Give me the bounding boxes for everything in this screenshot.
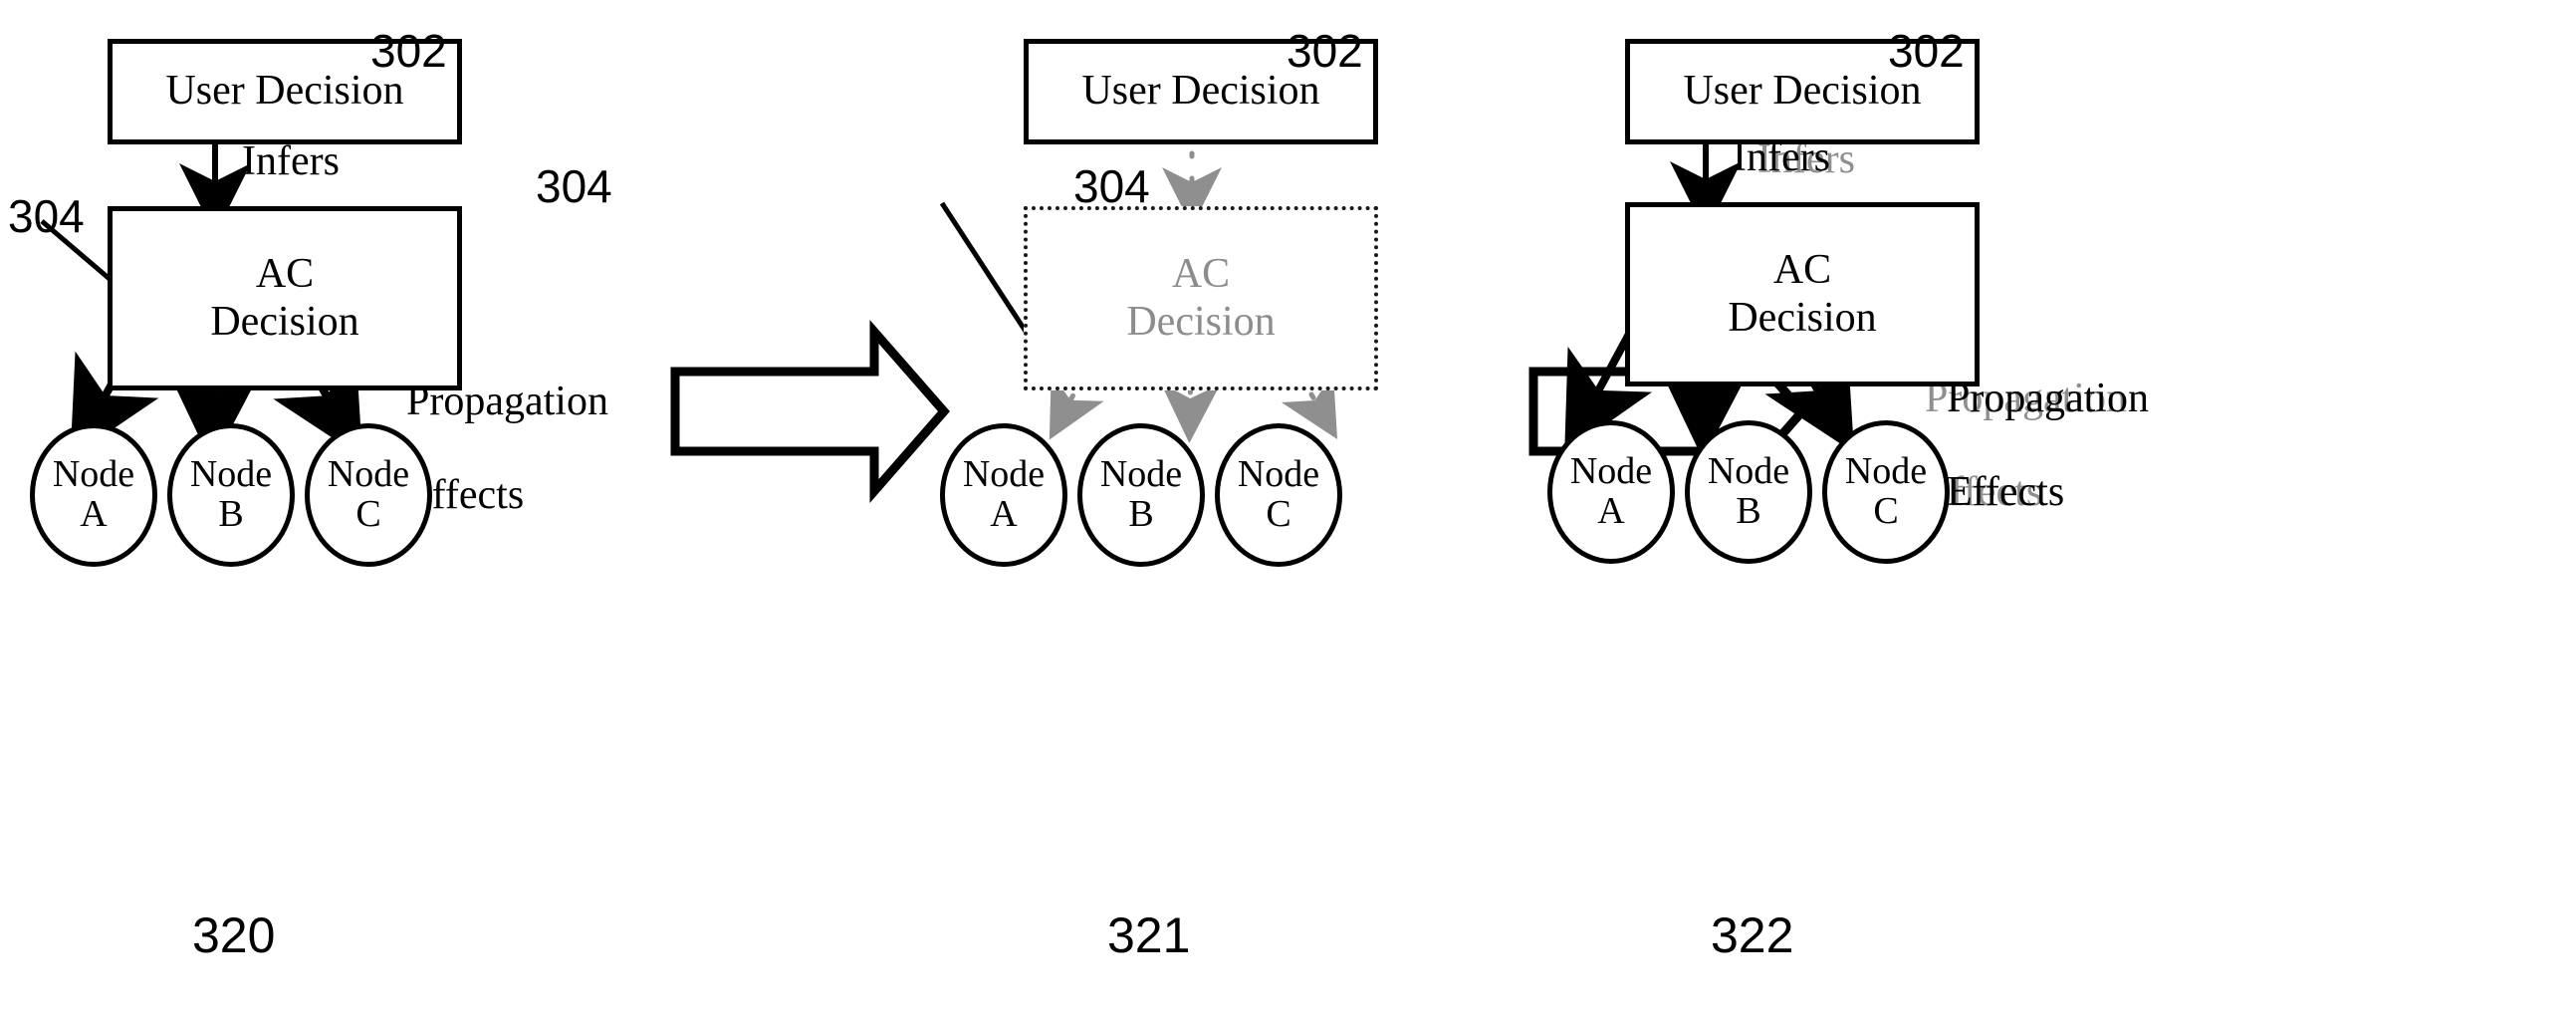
ac-decision-label-321: AC Decision bbox=[1126, 251, 1275, 345]
node-b-321[interactable]: Node B bbox=[1077, 423, 1205, 567]
node-c-321[interactable]: Node C bbox=[1215, 423, 1342, 567]
node-b-322[interactable]: Node B bbox=[1685, 420, 1812, 564]
ref-number-304-panel-322: 304 bbox=[1073, 160, 1150, 212]
node-a-320[interactable]: Node A bbox=[30, 423, 157, 567]
panel-number-322: 322 bbox=[1711, 907, 1794, 963]
propagation-line1-320: Propagation bbox=[406, 379, 608, 425]
node-c-letter-321: C bbox=[1266, 493, 1291, 535]
node-c-letter-320: C bbox=[355, 493, 381, 535]
propagation-line2-322: Effects bbox=[1947, 469, 2065, 516]
panel-number-321: 321 bbox=[1107, 907, 1191, 963]
ref-number-302-panel-322: 302 bbox=[1888, 25, 1965, 77]
node-c-word-322: Node bbox=[1844, 450, 1928, 493]
ac-decision-line2-322: Decision bbox=[1728, 294, 1877, 341]
ac-decision-label-320: AC Decision bbox=[210, 251, 358, 345]
node-c-320[interactable]: Node C bbox=[305, 423, 432, 567]
node-a-letter-320: A bbox=[80, 493, 108, 535]
ref-number-304-panel-321: 304 bbox=[536, 160, 612, 212]
ac-decision-line2-321: Decision bbox=[1126, 298, 1276, 345]
node-b-letter-322: B bbox=[1736, 490, 1761, 532]
node-b-word-320: Node bbox=[189, 453, 273, 496]
panel-322: User Decision 302 Infers 304 AC Decision… bbox=[1073, 0, 2569, 1023]
ac-decision-line1-322: AC bbox=[1772, 247, 1832, 294]
patent-figure: User Decision 302 Infers 304 AC Decision… bbox=[0, 0, 2576, 1023]
node-a-word-320: Node bbox=[52, 453, 135, 496]
node-a-letter-321: A bbox=[990, 493, 1018, 535]
node-a-322[interactable]: Node A bbox=[1547, 420, 1675, 564]
node-b-word-321: Node bbox=[1099, 453, 1183, 496]
ref-number-302-panel-321: 302 bbox=[1287, 25, 1363, 77]
node-b-word-322: Node bbox=[1707, 450, 1790, 493]
ac-decision-line1-321: AC bbox=[1171, 251, 1231, 298]
node-c-letter-322: C bbox=[1873, 490, 1899, 532]
node-b-320[interactable]: Node B bbox=[167, 423, 295, 567]
node-c-word-320: Node bbox=[327, 453, 410, 496]
ac-decision-line1-320: AC bbox=[255, 251, 315, 298]
infers-label-320: Infers bbox=[242, 138, 340, 184]
user-decision-label-320: User Decision bbox=[165, 68, 404, 115]
ref-number-304-panel-320: 304 bbox=[8, 190, 85, 242]
node-a-321[interactable]: Node A bbox=[940, 423, 1067, 567]
ac-decision-line2-320: Decision bbox=[210, 298, 359, 345]
infers-label-322: Infers bbox=[1733, 134, 1830, 180]
ac-decision-label-322: AC Decision bbox=[1728, 247, 1876, 341]
propagation-line1-322: Propagation bbox=[1947, 376, 2149, 422]
node-b-letter-320: B bbox=[218, 493, 244, 535]
ac-decision-box-321[interactable]: AC Decision bbox=[1024, 206, 1378, 390]
node-c-322[interactable]: Node C bbox=[1822, 420, 1950, 564]
panel-number-320: 320 bbox=[192, 907, 276, 963]
panel-320: User Decision 302 Infers 304 AC Decision… bbox=[0, 0, 856, 1023]
user-decision-label-322: User Decision bbox=[1683, 68, 1922, 115]
node-a-letter-322: A bbox=[1597, 490, 1625, 532]
ref-number-302-panel-320: 302 bbox=[370, 25, 447, 77]
node-b-letter-321: B bbox=[1128, 493, 1154, 535]
node-c-word-321: Node bbox=[1237, 453, 1320, 496]
user-decision-label-321: User Decision bbox=[1081, 68, 1320, 115]
node-a-word-321: Node bbox=[962, 453, 1046, 496]
node-a-word-322: Node bbox=[1569, 450, 1653, 493]
